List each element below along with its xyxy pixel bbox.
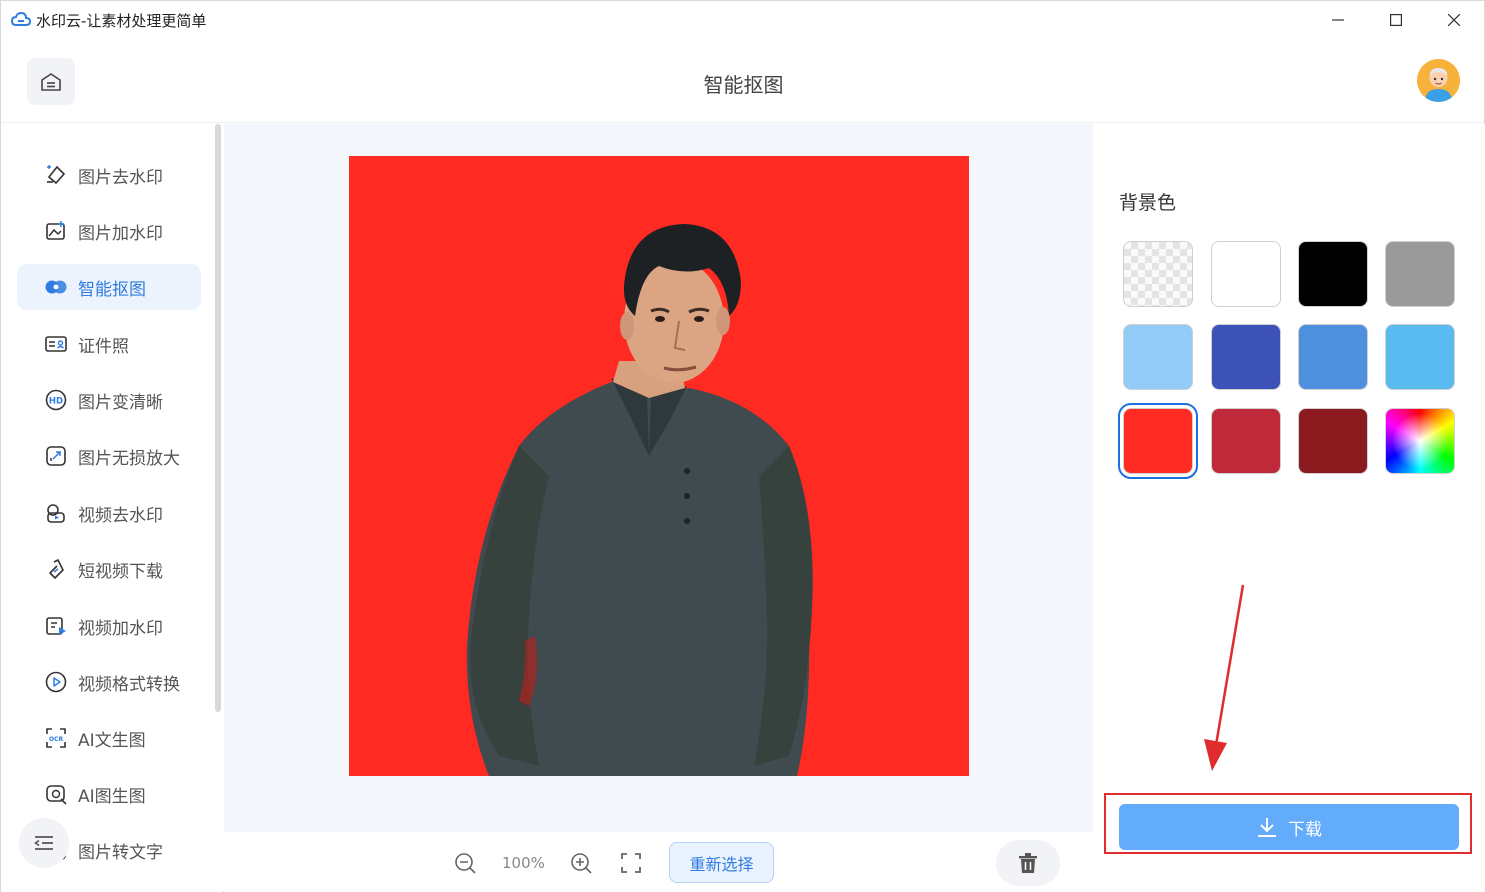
preview-toolbar: 100% 重新选择 bbox=[224, 832, 1093, 892]
app-window: 水印云-让素材处理更简单 智能抠图 图片去水印 图片加水印 智能抠图 证件照 H… bbox=[0, 0, 1485, 892]
annotation-highlight-box bbox=[1104, 793, 1472, 854]
header: 智能抠图 bbox=[1, 39, 1484, 123]
sidebar-item-label: 图片无损放大 bbox=[78, 448, 180, 469]
swatch-white[interactable] bbox=[1211, 241, 1281, 307]
cutout-icon bbox=[44, 275, 68, 299]
preview-canvas bbox=[224, 124, 1093, 832]
reselect-button[interactable]: 重新选择 bbox=[669, 842, 774, 883]
swatch-crimson[interactable] bbox=[1211, 408, 1281, 474]
sidebar-item-ai-image-to-image[interactable]: AI图生图 bbox=[17, 771, 201, 817]
swatch-royal-blue[interactable] bbox=[1211, 324, 1281, 390]
close-icon bbox=[1448, 14, 1460, 26]
sidebar-item-label: AI图生图 bbox=[78, 786, 146, 807]
maximize-button[interactable] bbox=[1373, 5, 1419, 35]
swatch-transparent[interactable] bbox=[1123, 241, 1193, 307]
sidebar-item-label: 视频加水印 bbox=[78, 618, 163, 639]
collapse-menu-button[interactable] bbox=[19, 818, 69, 868]
sidebar-item-cutout[interactable]: 智能抠图 bbox=[17, 264, 201, 310]
video-add-icon bbox=[44, 614, 68, 638]
fullscreen-button[interactable] bbox=[619, 851, 643, 875]
background-color-label: 背景色 bbox=[1119, 192, 1177, 214]
zoom-in-button[interactable] bbox=[569, 851, 593, 875]
sidebar-item-watermark-remove[interactable]: 图片去水印 bbox=[17, 152, 201, 198]
sidebar-item-label: 证件照 bbox=[78, 336, 129, 357]
swatch-gray[interactable] bbox=[1385, 241, 1455, 307]
sidebar-item-label: 智能抠图 bbox=[78, 279, 146, 300]
zoom-in-icon bbox=[571, 853, 592, 874]
minimize-icon bbox=[1332, 19, 1344, 21]
enlarge-icon bbox=[44, 444, 68, 468]
swatch-custom-color[interactable] bbox=[1385, 408, 1455, 474]
svg-text:OCR: OCR bbox=[49, 736, 64, 743]
annotation-arrow bbox=[1204, 584, 1245, 771]
sidebar-item-id-photo[interactable]: 证件照 bbox=[17, 321, 201, 367]
swatch-red[interactable] bbox=[1118, 403, 1198, 479]
swatch-black[interactable] bbox=[1298, 241, 1368, 307]
page-title: 智能抠图 bbox=[703, 73, 784, 97]
delete-button[interactable] bbox=[996, 840, 1060, 886]
zoom-out-icon bbox=[455, 853, 476, 874]
sidebar-item-enhance[interactable]: HD 图片变清晰 bbox=[17, 377, 201, 423]
ai-image-icon bbox=[44, 782, 68, 806]
eraser-icon bbox=[44, 163, 68, 187]
fullscreen-icon bbox=[621, 853, 641, 873]
sidebar-item-watermark-add[interactable]: 图片加水印 bbox=[17, 208, 201, 254]
id-card-icon bbox=[44, 332, 68, 356]
swatch-dark-red[interactable] bbox=[1298, 408, 1368, 474]
sidebar-scrollbar[interactable] bbox=[215, 124, 221, 712]
user-avatar-icon bbox=[1417, 59, 1460, 102]
hd-icon: HD bbox=[44, 388, 68, 412]
swatch-light-blue[interactable] bbox=[1123, 324, 1193, 390]
title-bar: 水印云-让素材处理更简单 bbox=[1, 1, 1484, 39]
close-button[interactable] bbox=[1431, 5, 1477, 35]
zoom-out-button[interactable] bbox=[453, 851, 477, 875]
minimize-button[interactable] bbox=[1315, 5, 1361, 35]
sidebar-item-video-download[interactable]: 短视频下载 bbox=[17, 546, 201, 592]
sidebar-item-ai-text-to-image[interactable]: OCR AI文生图 bbox=[17, 715, 201, 761]
sidebar-item-label: 图片转文字 bbox=[78, 842, 163, 863]
app-title: 水印云-让素材处理更简单 bbox=[36, 12, 207, 30]
sidebar: 图片去水印 图片加水印 智能抠图 证件照 HD 图片变清晰 图片无损放大 视频去… bbox=[1, 124, 223, 892]
sidebar-item-label: 图片变清晰 bbox=[78, 392, 163, 413]
sidebar-item-enlarge[interactable]: 图片无损放大 bbox=[17, 433, 201, 479]
link-icon bbox=[44, 557, 68, 581]
sidebar-item-label: AI文生图 bbox=[78, 730, 146, 751]
person-cutout-image bbox=[466, 224, 813, 776]
sidebar-item-label: 视频格式转换 bbox=[78, 674, 180, 695]
ocr-icon: OCR bbox=[44, 726, 68, 750]
swatch-blue[interactable] bbox=[1298, 324, 1368, 390]
menu-collapse-icon bbox=[34, 836, 53, 850]
trash-icon bbox=[1019, 853, 1037, 873]
sidebar-item-label: 图片加水印 bbox=[78, 223, 163, 244]
sidebar-item-video-watermark-add[interactable]: 视频加水印 bbox=[17, 603, 201, 649]
sidebar-item-video-convert[interactable]: 视频格式转换 bbox=[17, 659, 201, 705]
sidebar-item-label: 视频去水印 bbox=[78, 505, 163, 526]
avatar[interactable] bbox=[1417, 59, 1460, 102]
svg-text:HD: HD bbox=[49, 397, 63, 407]
maximize-icon bbox=[1390, 14, 1402, 26]
cloud-logo-icon bbox=[11, 11, 31, 26]
sidebar-item-label: 图片去水印 bbox=[78, 167, 163, 188]
image-add-icon bbox=[44, 219, 68, 243]
cutout-photo bbox=[349, 156, 969, 776]
settings-panel: 背景色 下载 bbox=[1093, 124, 1485, 892]
swatch-sky-blue[interactable] bbox=[1385, 324, 1455, 390]
sidebar-item-video-watermark-remove[interactable]: 视频去水印 bbox=[17, 490, 201, 536]
zoom-level: 100% bbox=[502, 854, 545, 872]
video-eraser-icon bbox=[44, 501, 68, 525]
sidebar-item-label: 短视频下载 bbox=[78, 561, 163, 582]
play-circle-icon bbox=[44, 670, 68, 694]
